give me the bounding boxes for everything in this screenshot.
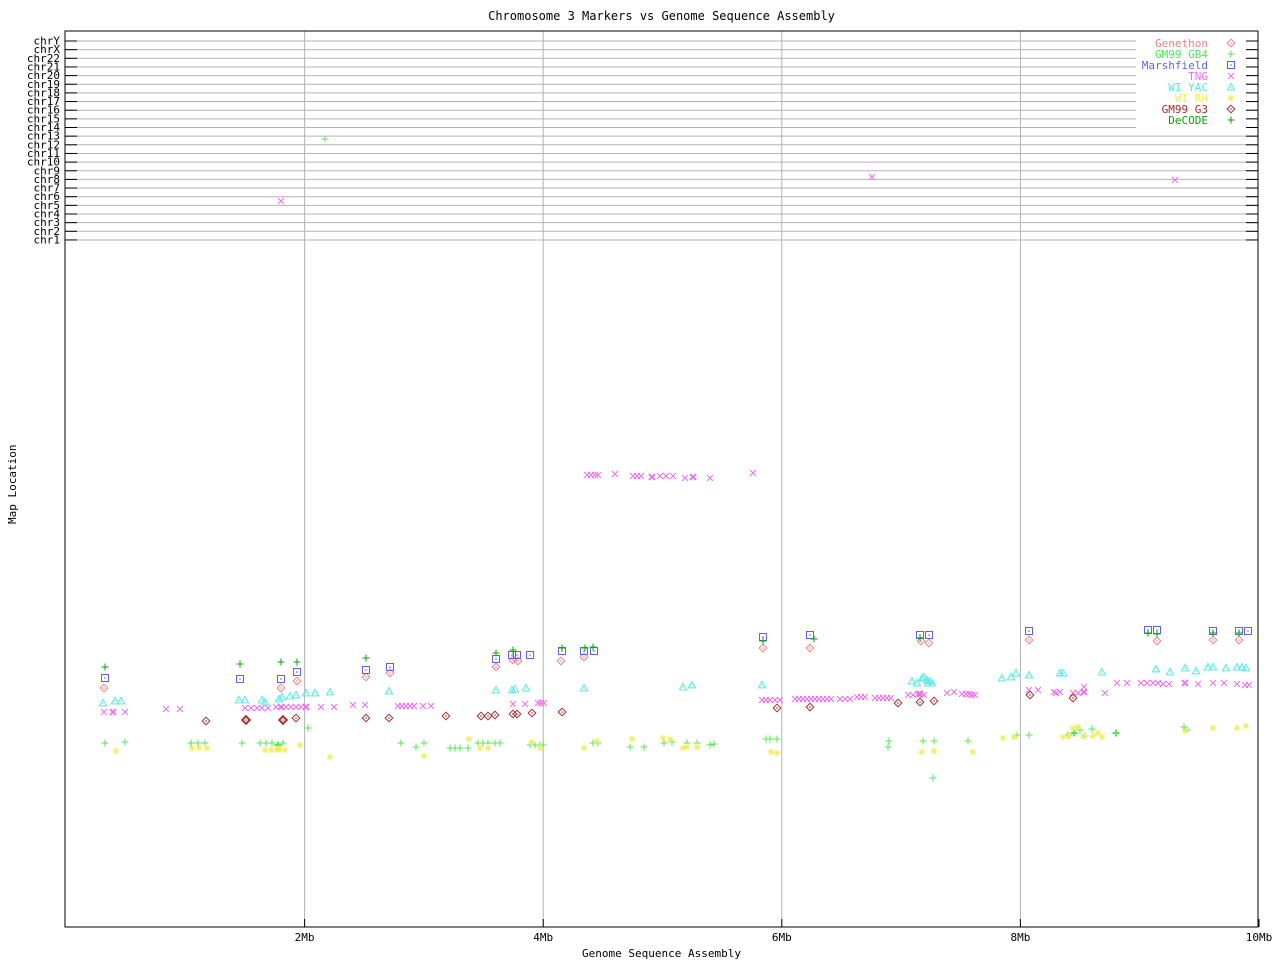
- x-tick-label: 10Mb: [1246, 931, 1273, 944]
- series-tng: [100, 173, 1253, 716]
- series-gm99-gb4: [101, 135, 1191, 782]
- series-genethon: [99, 635, 1244, 693]
- series-wi-yac: [98, 662, 1251, 707]
- series-decode: [101, 629, 1243, 671]
- chr-label: chr1: [34, 233, 61, 246]
- chart-page: Chromosome 3 Markers vs Genome Sequence …: [0, 0, 1280, 960]
- plot-area: chrYchrXchr22chr21chr20chr19chr18chr17ch…: [27, 30, 1273, 944]
- series-marshfield: [101, 626, 1252, 683]
- legend-label: DeCODE: [1168, 114, 1208, 127]
- legend-marker-star-icon: [1227, 94, 1235, 102]
- x-tick-label: 6Mb: [772, 931, 792, 944]
- x-tick-label: 8Mb: [1010, 931, 1030, 944]
- x-tick-label: 4Mb: [533, 931, 553, 944]
- plot-border: [64, 30, 1259, 928]
- x-tick-label: 2Mb: [295, 931, 315, 944]
